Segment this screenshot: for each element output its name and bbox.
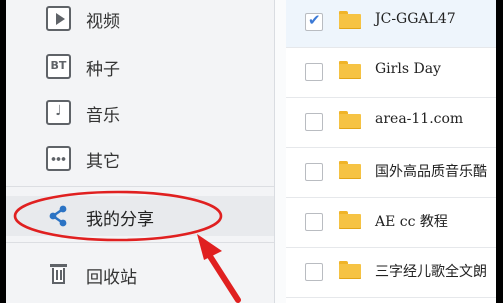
annotation-ellipse — [13, 190, 223, 242]
annotation-arrow — [197, 234, 241, 303]
annotation-overlay — [13, 190, 241, 303]
